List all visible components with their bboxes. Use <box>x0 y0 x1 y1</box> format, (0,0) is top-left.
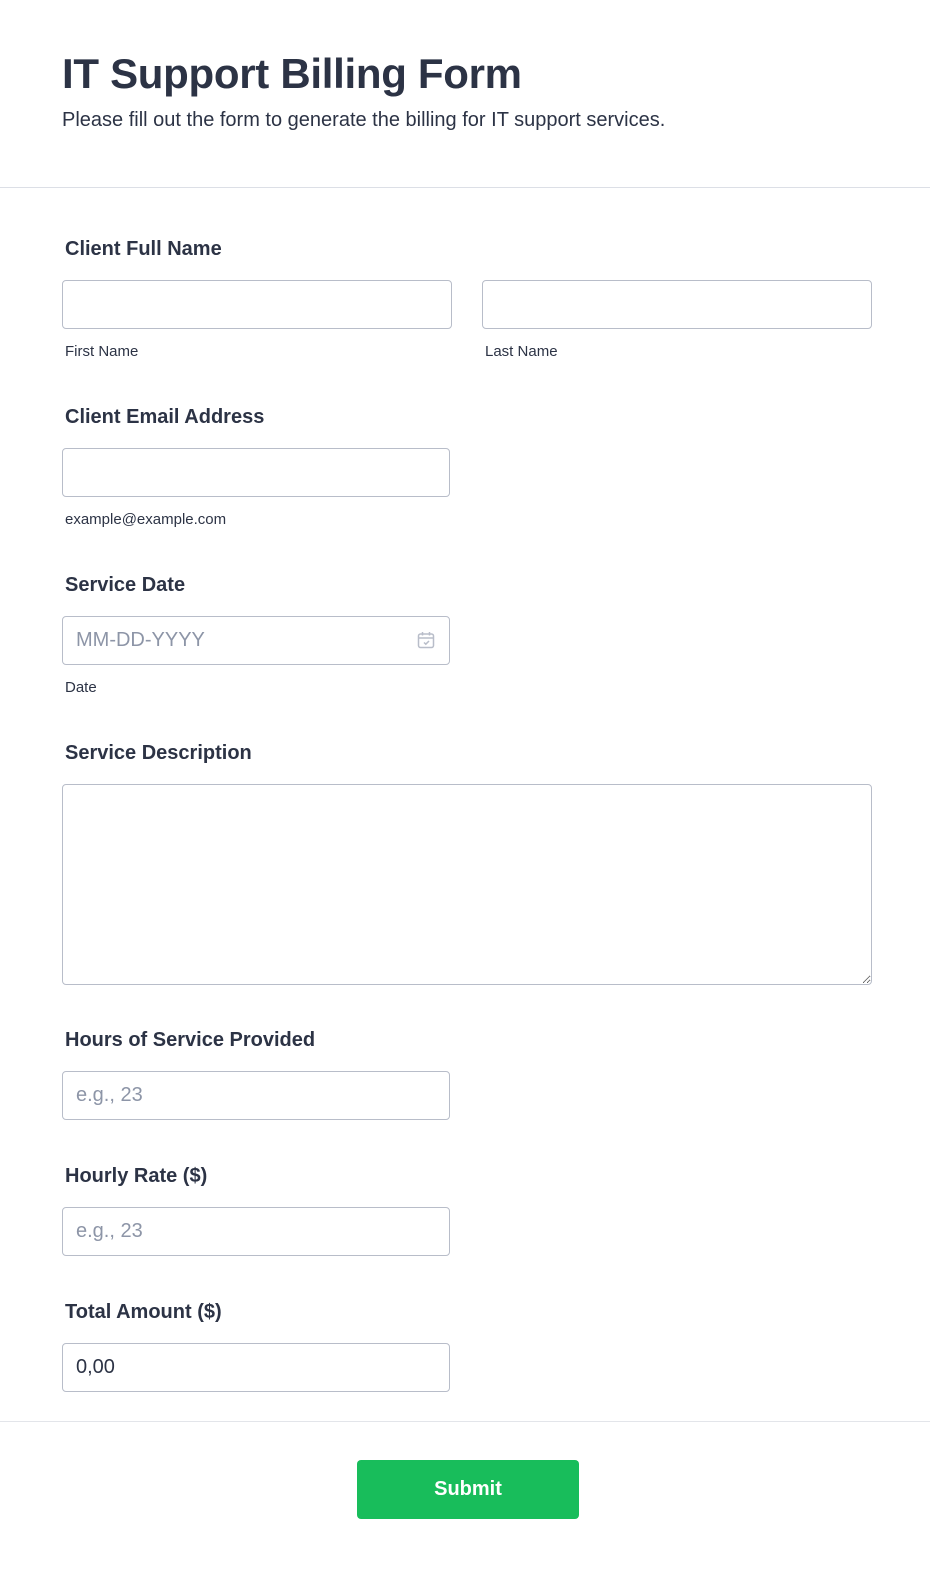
total-amount-label: Total Amount ($) <box>65 1301 222 1323</box>
form-header: IT Support Billing Form Please fill out … <box>0 0 930 188</box>
service-date-input[interactable] <box>62 616 450 665</box>
billing-form-page: IT Support Billing Form Please fill out … <box>0 0 930 1575</box>
service-date-sublabel: Date <box>65 679 97 696</box>
hourly-rate-label: Hourly Rate ($) <box>65 1165 208 1187</box>
form-title: IT Support Billing Form <box>62 50 522 97</box>
submit-button[interactable]: Submit <box>357 1460 579 1519</box>
client-email-sublabel: example@example.com <box>65 511 227 528</box>
calendar-icon[interactable] <box>417 631 435 649</box>
service-description-textarea[interactable] <box>62 784 872 985</box>
form-subtitle: Please fill out the form to generate the… <box>62 109 666 131</box>
client-email-label: Client Email Address <box>65 406 265 428</box>
hourly-rate-input[interactable] <box>62 1207 450 1256</box>
first-name-sublabel: First Name <box>65 343 139 360</box>
client-email-input[interactable] <box>62 448 450 497</box>
first-name-input[interactable] <box>62 280 452 329</box>
service-description-label: Service Description <box>65 742 252 764</box>
service-date-label: Service Date <box>65 574 186 596</box>
total-amount-input[interactable] <box>62 1343 450 1392</box>
hours-label: Hours of Service Provided <box>65 1029 316 1051</box>
hours-input[interactable] <box>62 1071 450 1120</box>
client-full-name-label: Client Full Name <box>65 238 222 260</box>
last-name-sublabel: Last Name <box>485 343 558 360</box>
last-name-input[interactable] <box>482 280 872 329</box>
